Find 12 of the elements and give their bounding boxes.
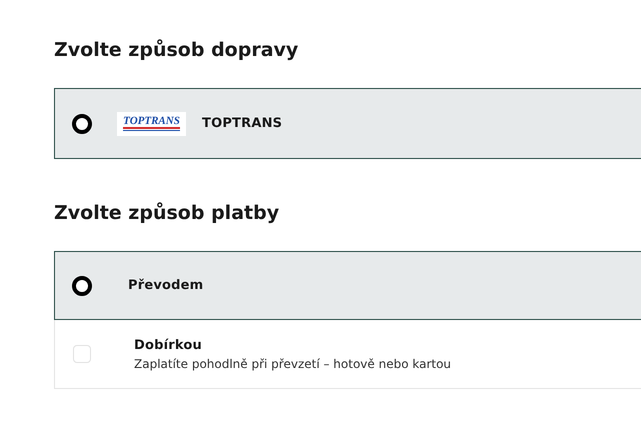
radio-button[interactable] xyxy=(72,114,92,134)
payment-option[interactable]: Dobírkou Zaplatíte pohodlně při převzetí – hotově nebo kartou xyxy=(54,320,641,389)
section-heading: Zvolte způsob dopravy xyxy=(54,38,300,63)
option-label: TOPTRANS xyxy=(202,116,282,131)
logo-text: TOPTRANS xyxy=(123,116,180,131)
shipping-option[interactable]: TOPTRANS TOPTRANS xyxy=(54,88,641,159)
option-description: Zaplatíte pohodlně při převzetí – hotově nebo kartou xyxy=(134,356,452,370)
option-label: Převodem xyxy=(128,278,204,293)
option-label: Dobírkou xyxy=(134,338,203,352)
payment-option[interactable]: Převodem xyxy=(54,251,641,320)
radio-button[interactable] xyxy=(72,276,92,296)
section-heading: Zvolte způsob platby xyxy=(54,201,280,226)
